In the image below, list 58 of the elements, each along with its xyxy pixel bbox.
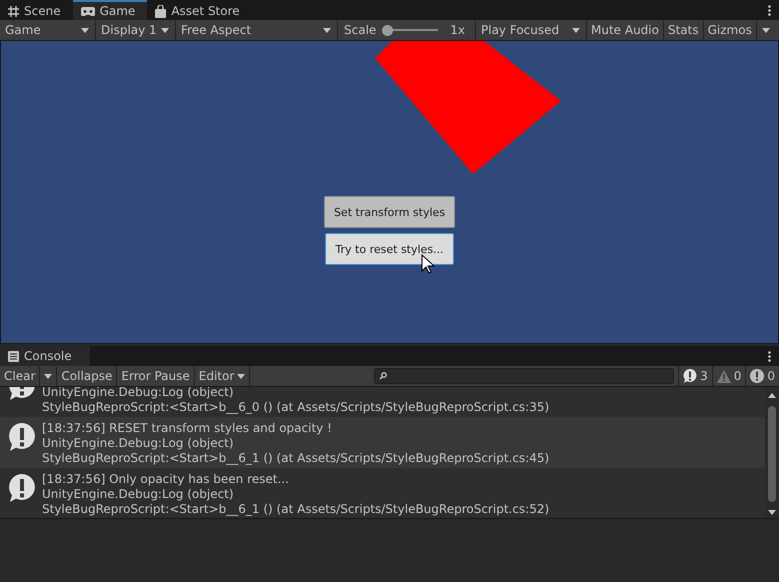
view-dropdown[interactable]: Game	[0, 20, 96, 40]
search-field[interactable]	[374, 368, 674, 384]
caret-icon	[762, 28, 770, 32]
count-toggle[interactable]: 0	[745, 366, 779, 386]
scroll-thumb[interactable]	[768, 406, 776, 502]
display-dropdown[interactable]: Display 1	[96, 20, 176, 40]
count-toggle[interactable]: 0	[712, 366, 746, 386]
bag-icon	[155, 4, 166, 18]
tab[interactable]: Game	[72, 0, 148, 20]
error-icon	[750, 369, 764, 383]
warning-icon	[716, 370, 731, 382]
log-line: StyleBugReproScript:<Start>b__6_0 () (at Assets/Scripts/StyleBugReproScript.cs:35)	[42, 400, 550, 415]
scale-label: Scale	[344, 23, 376, 37]
log-line: StyleBugReproScript:<Start>b__6_1 () (at Assets/Scripts/StyleBugReproScript.cs:45)	[42, 451, 550, 466]
game-button[interactable]: Try to reset styles...	[325, 233, 454, 265]
game-button[interactable]: Set transform styles	[324, 196, 456, 228]
log-line: [18:37:56] Only opacity has been reset...	[42, 472, 290, 487]
more-icon[interactable]	[768, 350, 771, 362]
gamepad-icon	[80, 6, 95, 16]
cursor-icon	[421, 254, 435, 274]
scroll-up-icon[interactable]	[768, 393, 776, 398]
count-toggle[interactable]: 3	[678, 366, 712, 386]
grid-icon	[8, 6, 19, 16]
caret-icon	[161, 28, 169, 32]
list-icon	[8, 350, 19, 362]
editor-dropdown[interactable]: Editor	[194, 366, 250, 386]
log-line: [18:37:56] RESET transform styles and opacity !	[42, 421, 333, 436]
info-icon	[8, 474, 36, 502]
caret-icon	[81, 28, 89, 32]
scroll-down-icon[interactable]	[768, 510, 776, 515]
log-entry[interactable]: [18:37:56] RESET transform styles and opacity ! UnityEngine.Debug:Log (object) StyleBugReproScript:<Start>b__6_1 () (at Assets/Scripts/StyleBugReproScript.cs:45)	[0, 417, 765, 468]
log-line: StyleBugReproScript:<Start>b__6_1 () (at Assets/Scripts/StyleBugReproScript.cs:52)	[42, 502, 550, 517]
stats-button[interactable]: Stats	[664, 20, 704, 40]
slider-thumb[interactable]	[382, 24, 394, 36]
caret-icon	[572, 28, 580, 32]
error-pause-button[interactable]: Error Pause	[117, 366, 195, 386]
mute-audio-button[interactable]: Mute Audio	[587, 20, 664, 40]
aspect-dropdown[interactable]: Free Aspect	[176, 20, 338, 40]
more-icon[interactable]	[768, 4, 771, 16]
log-line: UnityEngine.Debug:Log (object)	[42, 436, 235, 451]
log-line: UnityEngine.Debug:Log (object)	[42, 487, 235, 502]
clear-button[interactable]: Clear	[0, 366, 40, 386]
gizmos-button[interactable]: Gizmos	[704, 20, 757, 40]
log-entry[interactable]: [18:37:56] Only opacity has been reset... UnityEngine.Debug:Log (object) StyleBugReproScript:<Start>b__6_1 () (at Assets/Scripts/StyleBugReproScript.cs:52)	[0, 468, 765, 518]
tab[interactable]: Asset Store	[147, 0, 252, 20]
tab[interactable]: Scene	[0, 0, 73, 20]
log-line: UnityEngine.Debug:Log (object)	[42, 387, 235, 400]
caret-icon	[323, 28, 331, 32]
info-icon	[8, 423, 36, 451]
log-entry[interactable]: UnityEngine.Debug:Log (object) StyleBugReproScript:<Start>b__6_0 () (at Assets/Scripts/StyleBugReproScript.cs:35)	[0, 387, 765, 417]
caret-icon	[44, 374, 52, 378]
info-icon	[683, 369, 698, 383]
play-mode-dropdown[interactable]: Play Focused	[476, 20, 587, 40]
collapse-button[interactable]: Collapse	[57, 366, 118, 386]
search-icon	[379, 372, 388, 380]
caret-icon	[237, 374, 246, 378]
console-tab[interactable]: Console	[0, 346, 90, 366]
scale-value: 1x	[450, 23, 466, 37]
